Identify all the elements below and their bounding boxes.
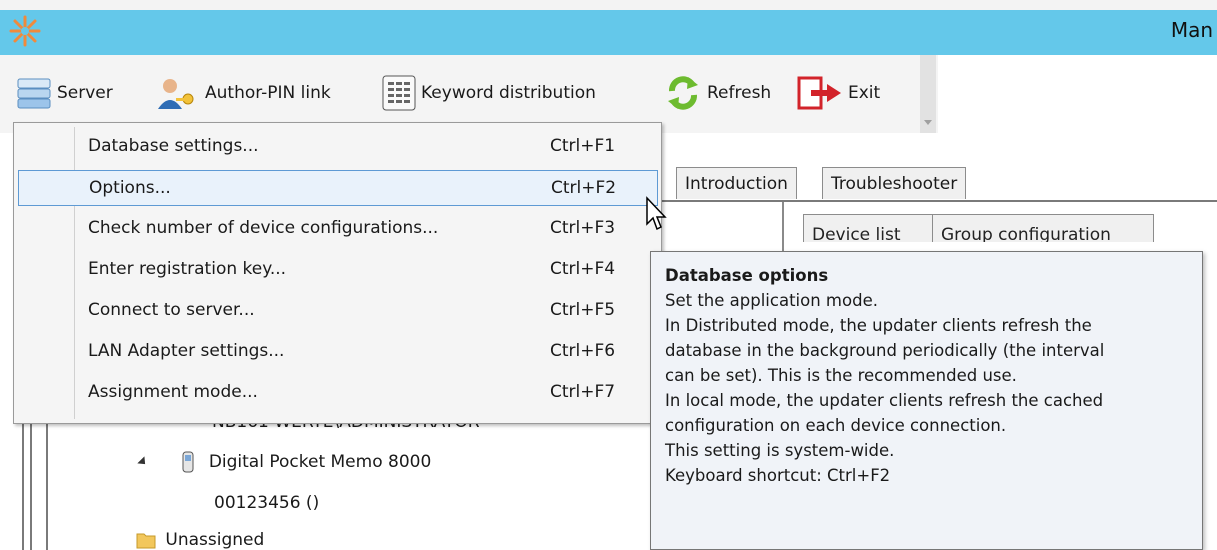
menu-item-label: Assignment mode... [88, 382, 258, 402]
menu-item-database-settings[interactable]: Database settings... Ctrl+F1 [18, 129, 658, 165]
refresh-icon [668, 76, 698, 110]
tooltip-title: Database options [665, 266, 829, 285]
menu-item-label: Options... [89, 178, 171, 198]
collapse-arrow-icon[interactable] [137, 456, 149, 468]
tooltip-database-options: Database options Set the application mod… [650, 251, 1203, 550]
author-pin-label: Author-PIN link [205, 83, 331, 103]
menu-item-connect-to-server[interactable]: Connect to server... Ctrl+F5 [18, 293, 658, 329]
window-title: Man [1170, 18, 1213, 42]
menu-item-label: Database settings... [88, 136, 259, 156]
folder-icon [136, 533, 156, 549]
tooltip-line: Set the application mode. [665, 291, 878, 310]
tooltip-line: This setting is system-wide. [665, 441, 895, 460]
menu-item-label: Check number of device configurations... [88, 218, 439, 238]
tooltip-line: In Distributed mode, the updater clients… [665, 316, 1092, 335]
menu-item-enter-registration-key[interactable]: Enter registration key... Ctrl+F4 [18, 252, 658, 288]
server-icon [17, 78, 51, 109]
exit-icon [797, 76, 841, 110]
tooltip-line: configuration on each device connection. [665, 416, 1007, 435]
menu-item-options[interactable]: Options... Ctrl+F2 [18, 170, 658, 206]
tooltip-line: can be set). This is the recommended use… [665, 366, 1017, 385]
exit-button[interactable]: Exit [797, 75, 880, 111]
server-label: Server [57, 83, 113, 103]
keyword-grid-icon [382, 75, 416, 111]
tree-item-device[interactable]: Digital Pocket Memo 8000 [137, 451, 432, 473]
author-pin-link-button[interactable]: Author-PIN link [150, 75, 331, 111]
menu-item-shortcut: Ctrl+F2 [551, 178, 617, 198]
refresh-label: Refresh [707, 83, 772, 103]
menu-item-check-device-configurations[interactable]: Check number of device configurations...… [18, 211, 658, 247]
user-key-icon [158, 79, 194, 109]
menu-item-shortcut: Ctrl+F4 [550, 259, 616, 279]
menu-item-shortcut: Ctrl+F5 [550, 300, 616, 320]
mouse-cursor-icon [646, 196, 667, 231]
menu-item-label: Connect to server... [88, 300, 255, 320]
keyword-distribution-button[interactable]: Keyword distribution [382, 75, 596, 111]
refresh-button[interactable]: Refresh [664, 75, 771, 111]
menu-item-shortcut: Ctrl+F6 [550, 341, 616, 361]
tooltip-line: In local mode, the updater clients refre… [665, 391, 1104, 410]
tab-introduction[interactable]: Introduction [676, 167, 797, 199]
server-menu-button[interactable]: Server [16, 75, 113, 111]
toolbar-overflow-grip[interactable] [920, 55, 936, 133]
tree-item-serial[interactable]: 00123456 () [214, 493, 319, 513]
title-bar: Man [0, 10, 1217, 55]
device-label: Digital Pocket Memo 8000 [208, 452, 432, 472]
serial-label: 00123456 () [214, 493, 320, 513]
menu-item-label: LAN Adapter settings... [88, 341, 285, 361]
menu-item-shortcut: Ctrl+F1 [550, 136, 616, 156]
window-top-strip [0, 0, 1217, 10]
app-logo-icon [9, 15, 41, 47]
tab-device-list[interactable]: Device list [803, 214, 933, 242]
exit-label: Exit [848, 83, 881, 103]
keyword-distribution-label: Keyword distribution [421, 83, 596, 103]
tab-troubleshooter[interactable]: Troubleshooter [822, 167, 967, 199]
tree-item-unassigned[interactable]: Unassigned [136, 530, 264, 550]
tooltip-line: Keyboard shortcut: Ctrl+F2 [665, 466, 891, 485]
menu-item-shortcut: Ctrl+F3 [550, 218, 616, 238]
tab-strip-border [655, 200, 1217, 202]
menu-item-assignment-mode[interactable]: Assignment mode... Ctrl+F7 [18, 375, 658, 411]
unassigned-label: Unassigned [165, 530, 265, 550]
recorder-device-icon [182, 451, 194, 473]
menu-item-shortcut: Ctrl+F7 [550, 382, 616, 402]
menu-item-label: Enter registration key... [88, 259, 287, 279]
tooltip-line: database in the background periodically … [665, 341, 1105, 360]
menu-item-lan-adapter-settings[interactable]: LAN Adapter settings... Ctrl+F6 [18, 334, 658, 370]
tab-group-configuration[interactable]: Group configuration [932, 214, 1154, 242]
server-dropdown-menu: Database settings... Ctrl+F1 Options... … [13, 122, 662, 424]
